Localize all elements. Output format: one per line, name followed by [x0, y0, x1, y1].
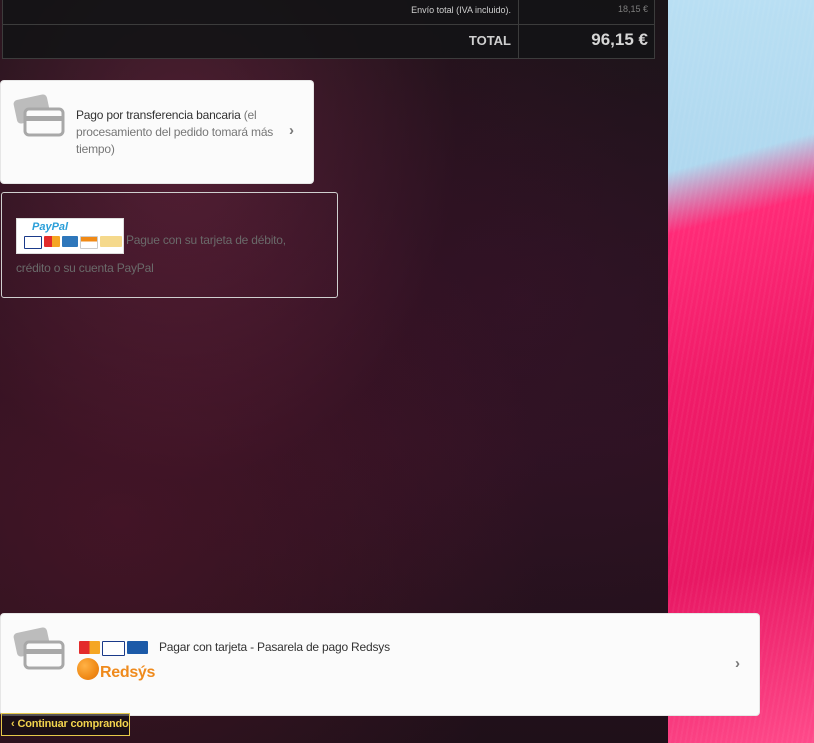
- chevron-right-icon: ›: [735, 655, 740, 672]
- redsys-logo: Redsýs: [75, 658, 155, 686]
- total-label: TOTAL: [468, 33, 511, 48]
- order-totals-table: Envío total (IVA incluido). 18,15 € TOTA…: [2, 0, 655, 59]
- mastercard-icon: [44, 236, 60, 247]
- shipping-row: Envío total (IVA incluido). 18,15 €: [3, 0, 654, 25]
- chevron-left-icon: ‹: [11, 718, 15, 730]
- payment-option-paypal[interactable]: Pague con su tarjeta de débito, crédito …: [1, 192, 338, 298]
- redsys-wordmark: Redsýs: [100, 664, 156, 681]
- paypal-wordmark: PayPal: [32, 221, 69, 233]
- bank-transfer-title: Pago por transferencia bancaria: [76, 108, 241, 122]
- visa-card-icon: [24, 236, 42, 249]
- bank-transfer-label: Pago por transferencia bancaria (el proc…: [76, 107, 286, 158]
- redsys-label: Pagar con tarjeta - Pasarela de pago Red…: [159, 640, 390, 654]
- redsys-logo-mark: [77, 658, 99, 680]
- chevron-right-icon: ›: [289, 122, 294, 139]
- credit-card-icon: [13, 94, 65, 137]
- mastercard-icon: [79, 641, 100, 654]
- total-row: TOTAL 96,15 €: [3, 25, 654, 57]
- shipping-value: 18,15 €: [617, 4, 648, 14]
- continue-shopping-label: Continuar comprando: [17, 718, 129, 730]
- paypal-logo: PayPal: [16, 218, 124, 254]
- shipping-label: Envío total (IVA incluido).: [411, 5, 511, 15]
- payment-option-redsys[interactable]: Redsýs Pagar con tarjeta - Pasarela de p…: [1, 614, 759, 715]
- visa-card-icon: [102, 641, 125, 656]
- credit-card-icon: [13, 627, 65, 670]
- maestro-card-icon: [127, 641, 148, 654]
- amex-card-icon: [62, 236, 78, 247]
- payment-option-bank-transfer[interactable]: Pago por transferencia bancaria (el proc…: [1, 81, 313, 183]
- discover-card-icon: [80, 236, 98, 249]
- continue-shopping-button[interactable]: ‹ Continuar comprando: [1, 713, 130, 736]
- bank-account-icon: [100, 236, 122, 247]
- total-value: 96,15 €: [591, 30, 648, 49]
- paypal-accepted-cards: [24, 236, 122, 249]
- redsys-accepted-cards: [79, 641, 148, 656]
